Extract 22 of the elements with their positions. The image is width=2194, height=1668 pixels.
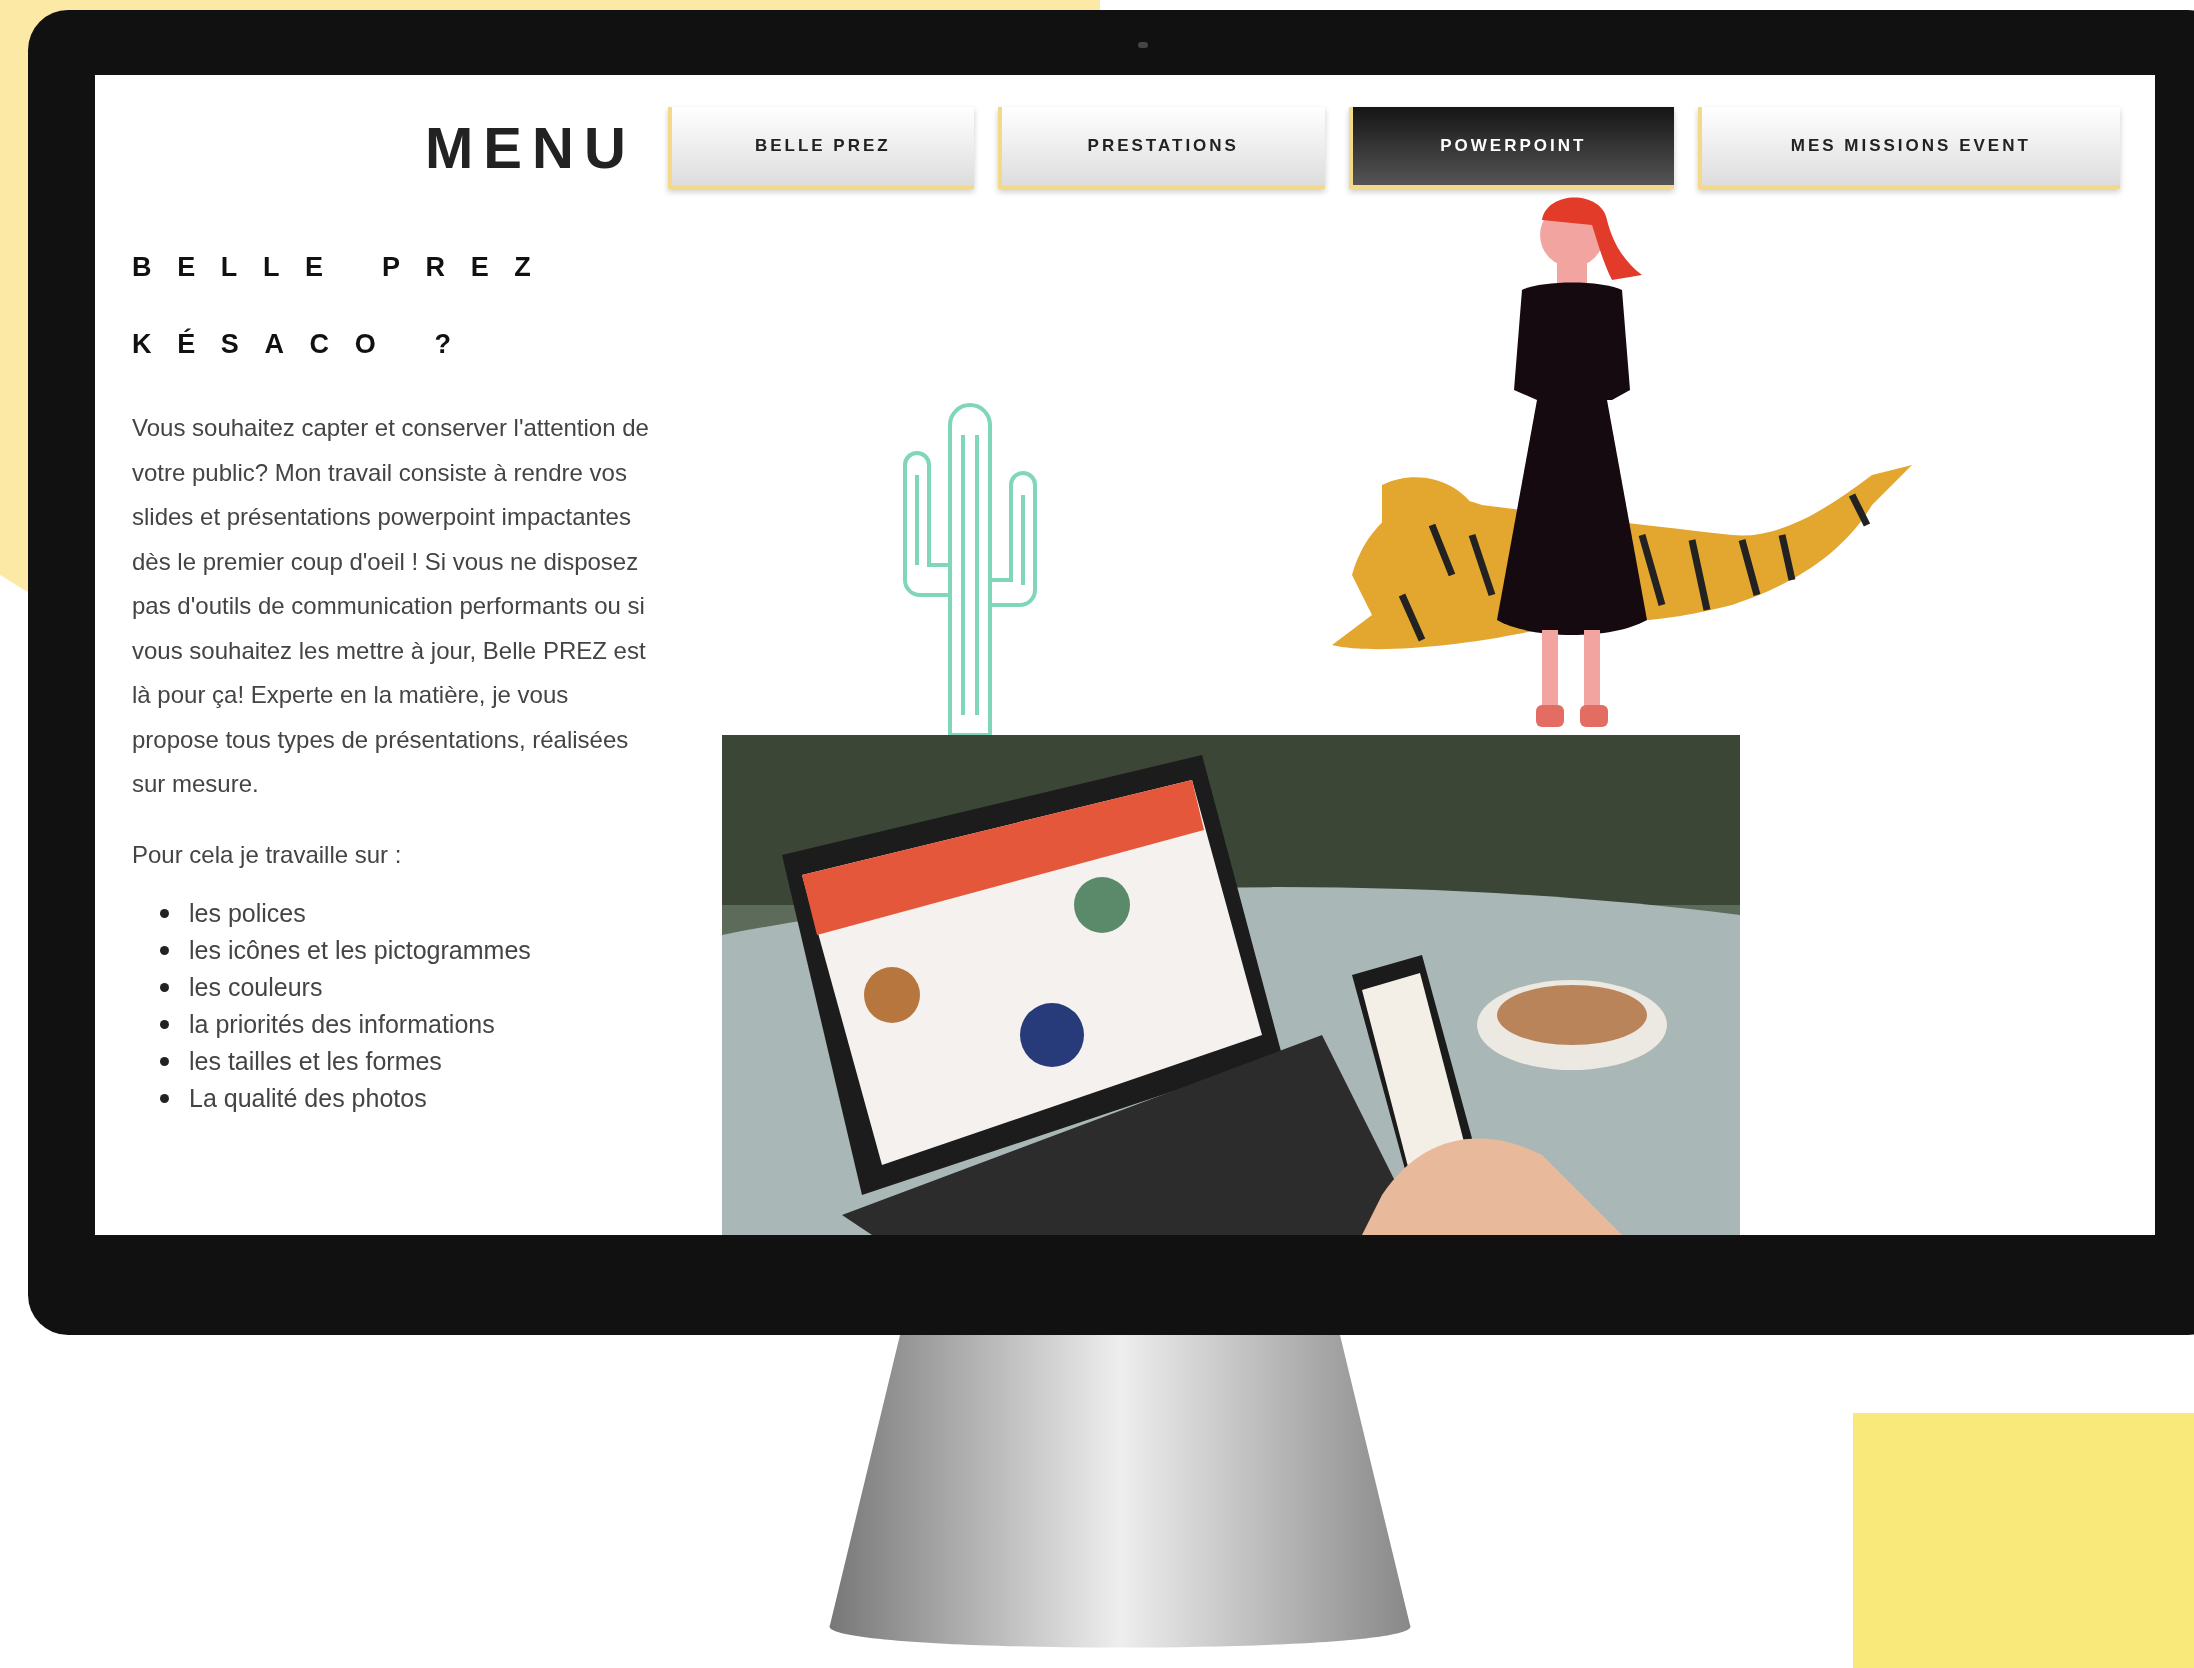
list-item: les tailles et les formes bbox=[189, 1047, 442, 1076]
list-item: les polices bbox=[189, 899, 306, 928]
nav-tab[interactable]: POWERPOINT bbox=[1348, 106, 1674, 189]
nav-tab[interactable]: PRESTATIONS bbox=[997, 106, 1325, 189]
camera-icon bbox=[1138, 42, 1148, 48]
bullet-icon bbox=[160, 909, 169, 918]
bullet-icon bbox=[160, 1057, 169, 1066]
bullet-icon bbox=[160, 983, 169, 992]
list-item: la priorités des informations bbox=[189, 1010, 495, 1039]
bullet-icon bbox=[160, 1020, 169, 1029]
menu-title: MENU bbox=[425, 114, 636, 181]
nav-tab[interactable]: MES MISSIONS EVENT bbox=[1697, 106, 2120, 189]
list-item: les couleurs bbox=[189, 973, 323, 1002]
bullet-icon bbox=[160, 1094, 169, 1103]
bullet-icon bbox=[160, 946, 169, 955]
page-subheading: KÉSACO ? bbox=[132, 329, 478, 360]
list-item: les icônes et les pictogrammes bbox=[189, 936, 531, 965]
paragraph: Vous souhaitez capter et conserver l'attention de votre public? Mon travail consiste à rendre vos slides et présentations powerpoint impactantes dès le premier coup d'oeil ! Si vous ne disposez pas d'outils de communication performants ou si vous souhaitez les mettre à jour, Belle PREZ est là pour ça! Experte en la matière, je vous propose tous types de présentations, réalisées sur mesure. bbox=[132, 413, 650, 799]
page-heading: BELLE PREZ bbox=[132, 252, 558, 283]
list-intro: Pour cela je travaille sur : bbox=[132, 839, 403, 870]
nav-tab[interactable]: BELLE PREZ bbox=[667, 106, 974, 189]
list-item: La qualité des photos bbox=[189, 1084, 427, 1113]
